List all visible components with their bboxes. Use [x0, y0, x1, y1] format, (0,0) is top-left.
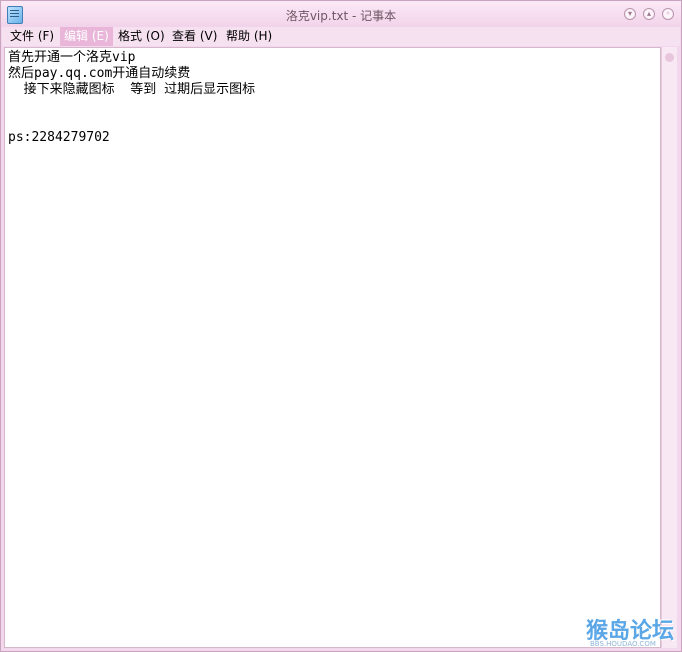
menu-file[interactable]: 文件 (F) — [6, 27, 58, 46]
notepad-window: 洛克vip.txt - 记事本 ▾ ▴ ◦ 文件 (F) 编辑 (E) 格式 (… — [0, 0, 682, 652]
text-editor[interactable]: 首先开通一个洛克vip 然后pay.qq.com开通自动续费 接下来隐藏图标 等… — [4, 47, 661, 648]
watermark-logo: 猴岛论坛 BBS.HOUDAO.COM — [586, 613, 678, 649]
maximize-icon[interactable]: ▴ — [643, 8, 655, 20]
text-line: ps:2284279702 — [8, 130, 110, 145]
title-bar[interactable]: 洛克vip.txt - 记事本 ▾ ▴ ◦ — [1, 1, 681, 27]
menu-edit[interactable]: 编辑 (E) — [60, 27, 113, 46]
text-line: 然后pay.qq.com开通自动续费 — [8, 66, 191, 81]
text-line: 接下来隐藏图标 等到 过期后显示图标 — [8, 82, 256, 97]
menu-format[interactable]: 格式 (O) — [114, 27, 169, 46]
window-title: 洛克vip.txt - 记事本 — [285, 9, 397, 23]
text-line: 首先开通一个洛克vip — [8, 50, 136, 65]
watermark-subtext: BBS.HOUDAO.COM — [590, 640, 656, 648]
menu-view[interactable]: 查看 (V) — [168, 27, 221, 46]
close-icon[interactable]: ◦ — [662, 8, 674, 20]
menu-help[interactable]: 帮助 (H) — [222, 27, 276, 46]
menu-bar: 文件 (F) 编辑 (E) 格式 (O) 查看 (V) 帮助 (H) — [2, 27, 680, 46]
minimize-icon[interactable]: ▾ — [624, 8, 636, 20]
vertical-scrollbar[interactable] — [661, 47, 677, 648]
scroll-thumb[interactable] — [665, 53, 674, 62]
